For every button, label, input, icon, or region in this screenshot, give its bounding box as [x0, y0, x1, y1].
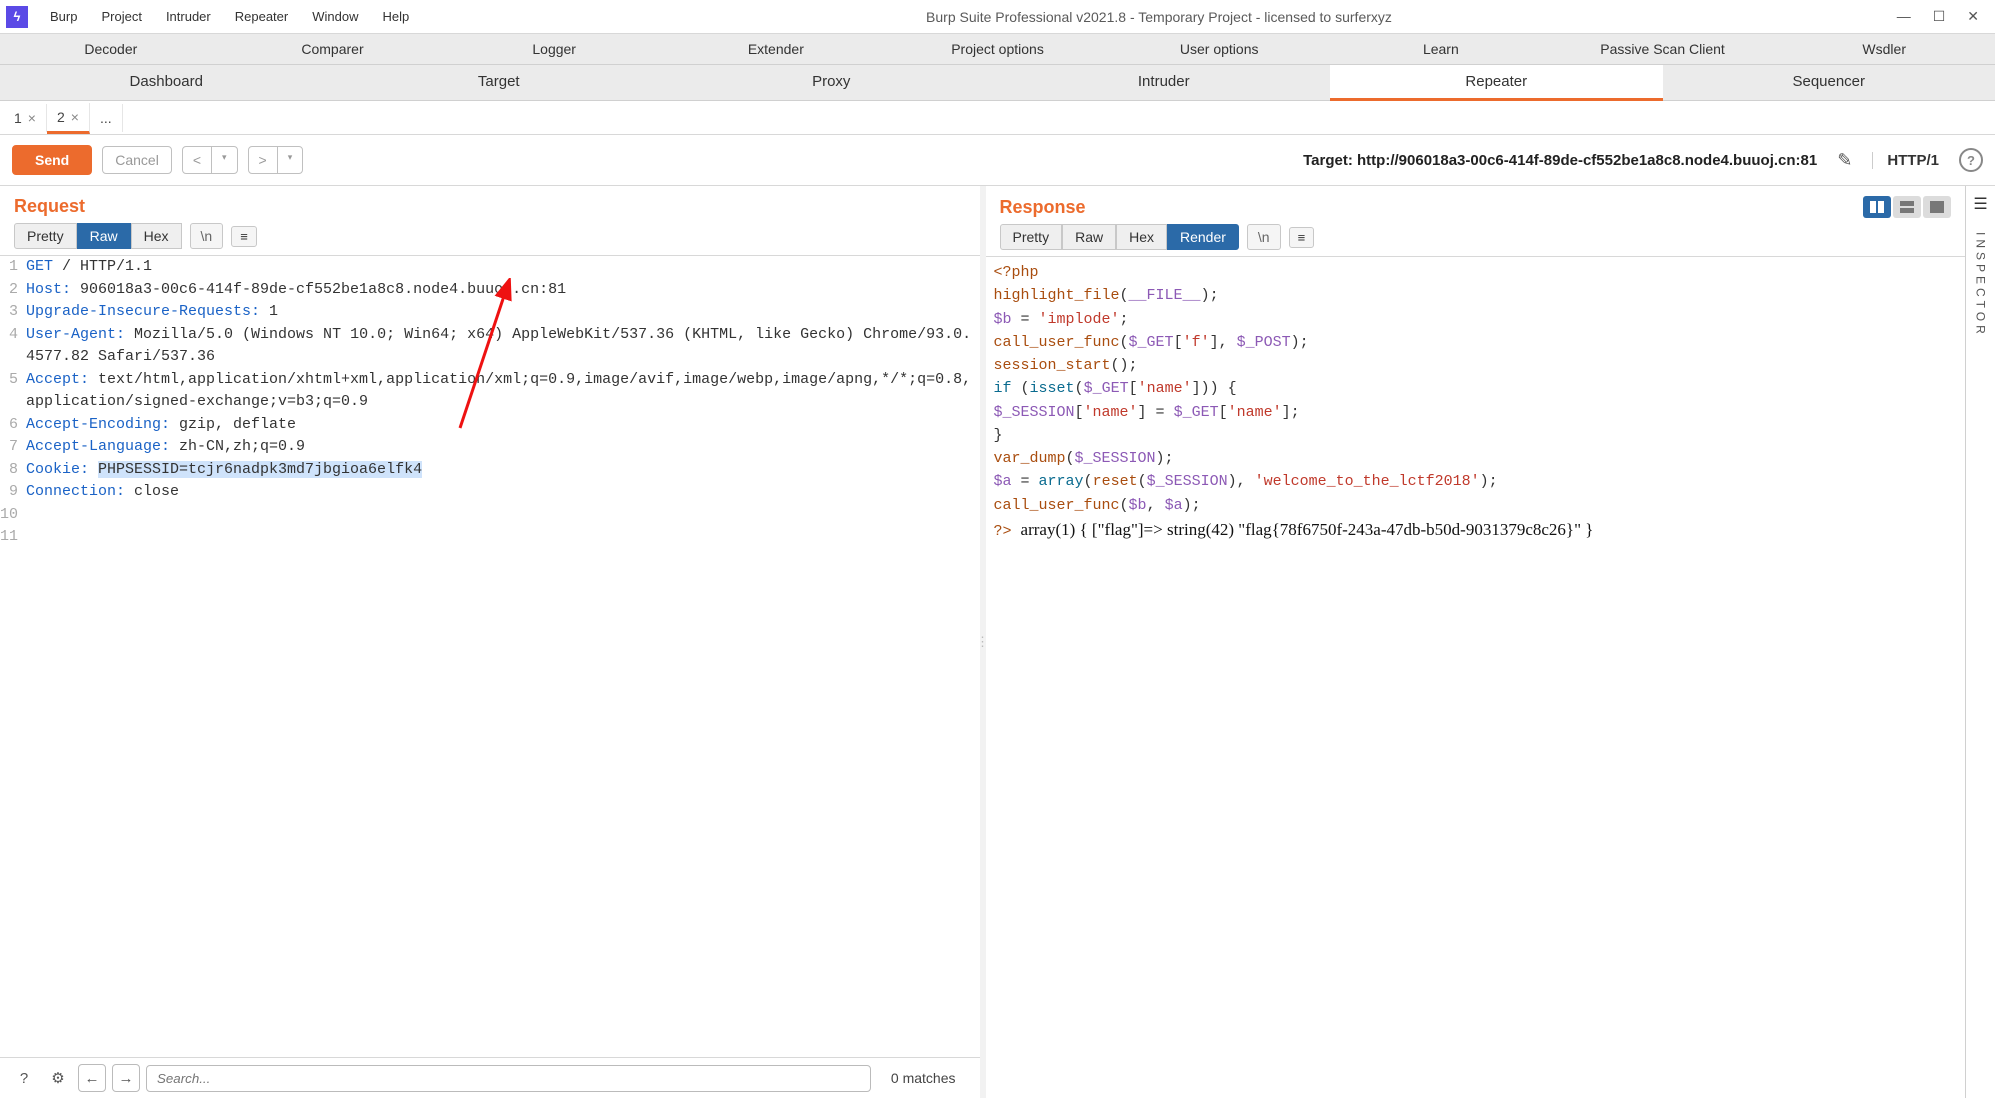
response-render-view[interactable]: <?phphighlight_file(__FILE__);$b = 'impl… — [986, 256, 1966, 1098]
target-label: Target: http://906018a3-00c6-414f-89de-c… — [1303, 152, 1817, 169]
tab-dashboard[interactable]: Dashboard — [0, 65, 333, 100]
tab-passive-scan-client[interactable]: Passive Scan Client — [1552, 34, 1774, 64]
tool-tabs-row-2: DashboardTargetProxyIntruderRepeaterSequ… — [0, 65, 1995, 101]
action-bar: Send Cancel < ▾ > ▾ Target: http://90601… — [0, 135, 1995, 186]
layout-single-button[interactable] — [1923, 196, 1951, 218]
maximize-button[interactable]: ☐ — [1933, 8, 1946, 25]
view-tab-pretty[interactable]: Pretty — [14, 223, 77, 249]
help-icon[interactable]: ? — [10, 1064, 38, 1092]
window-title: Burp Suite Professional v2021.8 - Tempor… — [421, 9, 1896, 25]
cancel-button[interactable]: Cancel — [102, 146, 172, 174]
repeater-sub-tabs: 1×2×... — [0, 101, 1995, 135]
response-title: Response — [1000, 197, 1086, 218]
layout-columns-button[interactable] — [1863, 196, 1891, 218]
inspector-rail: ☰ INSPECTOR — [1965, 186, 1995, 1098]
inspector-toggle-icon[interactable]: ☰ — [1973, 194, 1987, 214]
search-input[interactable] — [146, 1065, 871, 1092]
target-prefix: Target: — [1303, 152, 1357, 169]
view-tab-hex[interactable]: Hex — [131, 223, 182, 249]
tab-project-options[interactable]: Project options — [887, 34, 1109, 64]
tab-logger[interactable]: Logger — [443, 34, 665, 64]
main-menu: BurpProjectIntruderRepeaterWindowHelp — [38, 9, 421, 24]
minimize-button[interactable]: — — [1897, 8, 1911, 25]
view-tab-hex[interactable]: Hex — [1116, 224, 1167, 250]
target-value: http://906018a3-00c6-414f-89de-cf552be1a… — [1357, 152, 1817, 169]
tab-extender[interactable]: Extender — [665, 34, 887, 64]
gear-icon[interactable]: ⚙ — [44, 1064, 72, 1092]
tab-user-options[interactable]: User options — [1108, 34, 1330, 64]
view-tab-render[interactable]: Render — [1167, 224, 1239, 250]
tab-target[interactable]: Target — [333, 65, 666, 100]
view-tab-raw[interactable]: Raw — [1062, 224, 1116, 250]
menu-repeater[interactable]: Repeater — [223, 3, 300, 30]
http-version-toggle[interactable]: HTTP/1 — [1872, 152, 1939, 169]
menu-window[interactable]: Window — [300, 3, 370, 30]
menu-help[interactable]: Help — [370, 3, 421, 30]
help-icon[interactable]: ? — [1959, 148, 1983, 172]
sub-tab-...[interactable]: ... — [90, 104, 123, 132]
menu-project[interactable]: Project — [89, 3, 153, 30]
request-statusbar: ? ⚙ ← → 0 matches — [0, 1057, 980, 1098]
window-controls: — ☐ ✕ — [1897, 8, 1989, 25]
response-view-tabs: PrettyRawHexRender \n ≡ — [986, 224, 1966, 256]
close-icon[interactable]: × — [28, 110, 36, 126]
request-title: Request — [14, 196, 85, 217]
tab-intruder[interactable]: Intruder — [998, 65, 1331, 100]
history-nav: < ▾ — [182, 146, 238, 174]
response-panel: Response PrettyRawHexRender \n ≡ <?phphigh… — [986, 186, 1966, 1098]
close-button[interactable]: ✕ — [1967, 8, 1979, 25]
request-panel: Request PrettyRawHex \n ≡ 1GET / HTTP/1.12… — [0, 186, 980, 1098]
sub-tab-1[interactable]: 1× — [4, 104, 47, 132]
show-nonprinting-toggle[interactable]: \n — [1247, 224, 1281, 250]
send-button[interactable]: Send — [12, 145, 92, 175]
request-view-tabs: PrettyRawHex \n ≡ — [0, 223, 980, 255]
tab-learn[interactable]: Learn — [1330, 34, 1552, 64]
sub-tab-2[interactable]: 2× — [47, 103, 90, 134]
view-tab-raw[interactable]: Raw — [77, 223, 131, 249]
history-back-dropdown[interactable]: ▾ — [211, 147, 237, 173]
tab-decoder[interactable]: Decoder — [0, 34, 222, 64]
burp-app-icon: ϟ — [6, 6, 28, 28]
history-back-button[interactable]: < — [183, 147, 211, 173]
message-actions-menu[interactable]: ≡ — [1289, 227, 1315, 248]
request-raw-editor[interactable]: 1GET / HTTP/1.12Host: 906018a3-00c6-414f… — [0, 255, 980, 1057]
tab-sequencer[interactable]: Sequencer — [1663, 65, 1995, 100]
tab-proxy[interactable]: Proxy — [665, 65, 998, 100]
history-forward-dropdown[interactable]: ▾ — [277, 147, 303, 173]
menu-intruder[interactable]: Intruder — [154, 3, 223, 30]
tab-wsdler[interactable]: Wsdler — [1773, 34, 1995, 64]
inspector-label[interactable]: INSPECTOR — [1974, 232, 1988, 338]
menu-burp[interactable]: Burp — [38, 3, 89, 30]
titlebar: ϟ BurpProjectIntruderRepeaterWindowHelp … — [0, 0, 1995, 34]
tab-comparer[interactable]: Comparer — [222, 34, 444, 64]
search-matches: 0 matches — [877, 1070, 970, 1086]
tab-repeater[interactable]: Repeater — [1330, 65, 1663, 101]
show-nonprinting-toggle[interactable]: \n — [190, 223, 224, 249]
view-tab-pretty[interactable]: Pretty — [1000, 224, 1063, 250]
message-actions-menu[interactable]: ≡ — [231, 226, 257, 247]
history-forward-button[interactable]: > — [249, 147, 277, 173]
layout-toggle — [1863, 196, 1951, 218]
search-next-button[interactable]: → — [112, 1064, 140, 1092]
layout-rows-button[interactable] — [1893, 196, 1921, 218]
edit-target-icon[interactable]: ✎ — [1837, 150, 1852, 171]
tool-tabs-row-1: DecoderComparerLoggerExtenderProject opt… — [0, 34, 1995, 65]
history-nav-fwd: > ▾ — [248, 146, 304, 174]
search-prev-button[interactable]: ← — [78, 1064, 106, 1092]
close-icon[interactable]: × — [71, 109, 79, 125]
